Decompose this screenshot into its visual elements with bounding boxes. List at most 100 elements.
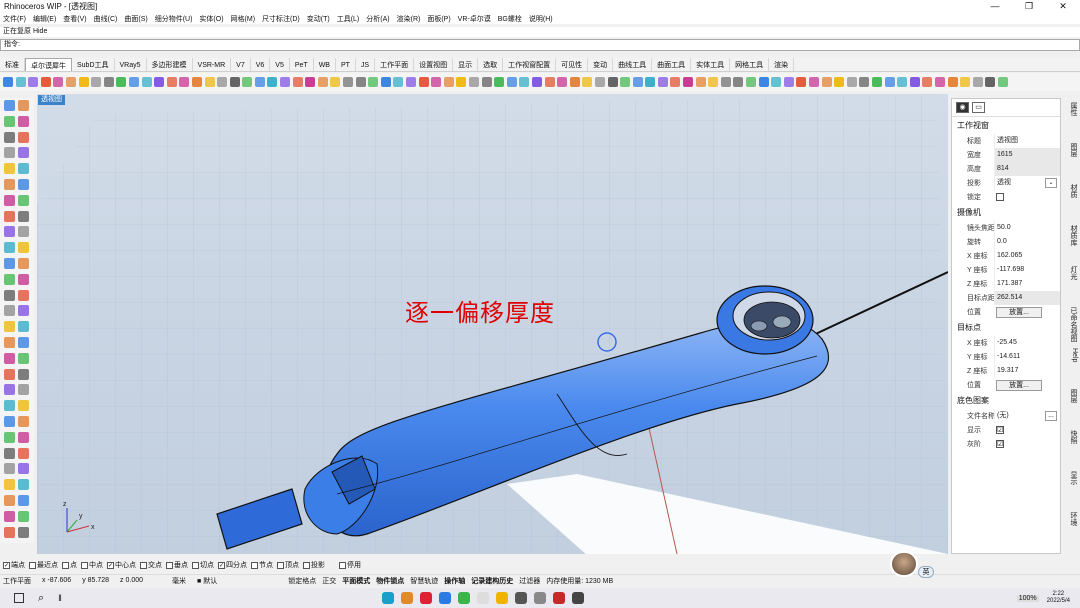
- property-value[interactable]: 162.065: [994, 249, 1060, 263]
- osnap-item[interactable]: ✓ 四分点: [218, 560, 247, 570]
- property-value[interactable]: 1615: [994, 148, 1060, 162]
- checkbox[interactable]: ✓: [3, 561, 10, 569]
- toolbar-tool-icon[interactable]: [960, 77, 971, 87]
- checkbox[interactable]: ✓: [218, 561, 225, 569]
- place-button[interactable]: 放置...: [996, 379, 1042, 391]
- status-toggle[interactable]: 记录建构历史: [468, 576, 513, 586]
- browse-button[interactable]: ...: [1045, 411, 1057, 421]
- tab-18[interactable]: 可见性: [556, 58, 589, 71]
- tool-icon[interactable]: [18, 179, 29, 190]
- menu-item[interactable]: 文件(F): [3, 14, 26, 24]
- tool-icon[interactable]: [4, 100, 15, 111]
- osnap-item[interactable]: 垂点: [166, 560, 188, 570]
- tool-icon[interactable]: [18, 321, 29, 333]
- tool-icon[interactable]: [18, 495, 29, 506]
- menu-item[interactable]: 分析(A): [366, 14, 389, 24]
- toolbar-tool-icon[interactable]: [179, 77, 190, 87]
- close-button[interactable]: ✕: [1046, 1, 1080, 12]
- status-cplane[interactable]: 工作平面: [0, 576, 31, 586]
- toolbar-tool-icon[interactable]: [720, 77, 731, 87]
- toolbar-tool-icon[interactable]: [620, 77, 631, 87]
- toolbar-tool-icon[interactable]: [305, 77, 316, 87]
- toolbar-tool-icon[interactable]: [708, 77, 719, 87]
- tool-icon[interactable]: [18, 352, 29, 364]
- osnap-item[interactable]: 顶点: [277, 560, 299, 570]
- tool-icon[interactable]: [4, 495, 15, 506]
- toolbar-tool-icon[interactable]: [418, 77, 429, 87]
- tool-icon[interactable]: [18, 384, 29, 396]
- side-tab[interactable]: 环境: [1066, 512, 1078, 526]
- toolbar-tool-icon[interactable]: [657, 77, 668, 87]
- checkbox[interactable]: [81, 561, 88, 569]
- toolbar-tool-icon[interactable]: [229, 77, 240, 87]
- side-tab[interactable]: 属性: [1066, 102, 1078, 116]
- toolbar-tool-icon[interactable]: [695, 77, 706, 87]
- taskbar-app-icon[interactable]: [571, 592, 584, 604]
- clock[interactable]: 2:22 2022/5/4: [1047, 591, 1070, 605]
- tab-16[interactable]: 选取: [478, 58, 504, 71]
- toolbar-tool-icon[interactable]: [771, 77, 782, 87]
- tool-icon[interactable]: [18, 226, 29, 238]
- tool-icon[interactable]: [4, 526, 15, 538]
- property-value[interactable]: -25.45: [994, 336, 1060, 350]
- tab-24[interactable]: 渲染: [769, 58, 795, 71]
- menu-item[interactable]: 网格(M): [231, 14, 256, 24]
- toolbar-tool-icon[interactable]: [871, 77, 882, 87]
- toolbar-tool-icon[interactable]: [922, 77, 933, 87]
- taskbar-app-icon[interactable]: [514, 592, 527, 604]
- toolbar-tool-icon[interactable]: [204, 77, 215, 87]
- toolbar-tool-icon[interactable]: [972, 77, 983, 87]
- toolbar-tool-icon[interactable]: [65, 77, 76, 87]
- toolbar-tool-icon[interactable]: [683, 77, 694, 87]
- search-icon[interactable]: ⌕: [38, 592, 44, 605]
- tool-icon[interactable]: [18, 526, 29, 538]
- osnap-item[interactable]: 交点: [140, 560, 162, 570]
- status-toggle[interactable]: 过滤器: [516, 576, 540, 586]
- status-toggle[interactable]: 平面模式: [339, 576, 370, 586]
- menu-item[interactable]: 渲染(R): [397, 14, 421, 24]
- status-toggle[interactable]: 物件锁点: [373, 576, 404, 586]
- toolbar-tool-icon[interactable]: [330, 77, 341, 87]
- tab-7[interactable]: V6: [251, 58, 271, 71]
- tool-icon[interactable]: [4, 447, 15, 459]
- tool-icon[interactable]: [4, 400, 15, 412]
- toolbar-tool-icon[interactable]: [103, 77, 114, 87]
- toolbar-tool-icon[interactable]: [431, 77, 442, 87]
- menu-item[interactable]: 实体(O): [199, 14, 223, 24]
- menu-item[interactable]: 面板(P): [427, 14, 450, 24]
- checkbox[interactable]: ☑: [996, 440, 1004, 448]
- tab-5[interactable]: VSR-MR: [193, 58, 232, 71]
- menu-item[interactable]: 尺寸标注(D): [262, 14, 300, 24]
- toolbar-tool-icon[interactable]: [40, 77, 51, 87]
- tab-15[interactable]: 显示: [453, 58, 479, 71]
- tool-icon[interactable]: [4, 131, 15, 143]
- tool-icon[interactable]: [4, 258, 15, 269]
- toolbar-tool-icon[interactable]: [846, 77, 857, 87]
- menu-item[interactable]: 曲线(C): [94, 14, 118, 24]
- tool-icon[interactable]: [4, 384, 15, 396]
- tab-1[interactable]: 卓尔谟犀牛: [25, 58, 72, 71]
- menu-item[interactable]: 曲面(S): [124, 14, 147, 24]
- toolbar-tool-icon[interactable]: [267, 77, 278, 87]
- tab-2[interactable]: SubD工具: [72, 58, 115, 71]
- tool-icon[interactable]: [4, 273, 15, 285]
- start-icon[interactable]: [14, 593, 24, 603]
- tab-21[interactable]: 曲面工具: [652, 58, 692, 71]
- side-tab[interactable]: 显示: [1066, 471, 1078, 485]
- tool-icon[interactable]: [18, 100, 29, 111]
- property-value[interactable]: -14.611: [994, 350, 1060, 364]
- side-tab[interactable]: 图层: [1066, 389, 1078, 403]
- tool-icon[interactable]: [18, 258, 29, 269]
- toolbar-tool-icon[interactable]: [645, 77, 656, 87]
- property-value[interactable]: 814: [994, 162, 1060, 176]
- tool-icon[interactable]: [18, 305, 29, 317]
- tab-22[interactable]: 实体工具: [691, 58, 731, 71]
- toolbar-tool-icon[interactable]: [91, 77, 102, 87]
- toolbar-tool-icon[interactable]: [506, 77, 517, 87]
- checkbox[interactable]: ☑: [996, 426, 1004, 434]
- tab-12[interactable]: JS: [356, 58, 376, 71]
- checkbox[interactable]: [140, 561, 147, 569]
- toolbar-tool-icon[interactable]: [280, 77, 291, 87]
- tab-8[interactable]: V5: [270, 58, 290, 71]
- property-value[interactable]: 50.0: [994, 221, 1060, 235]
